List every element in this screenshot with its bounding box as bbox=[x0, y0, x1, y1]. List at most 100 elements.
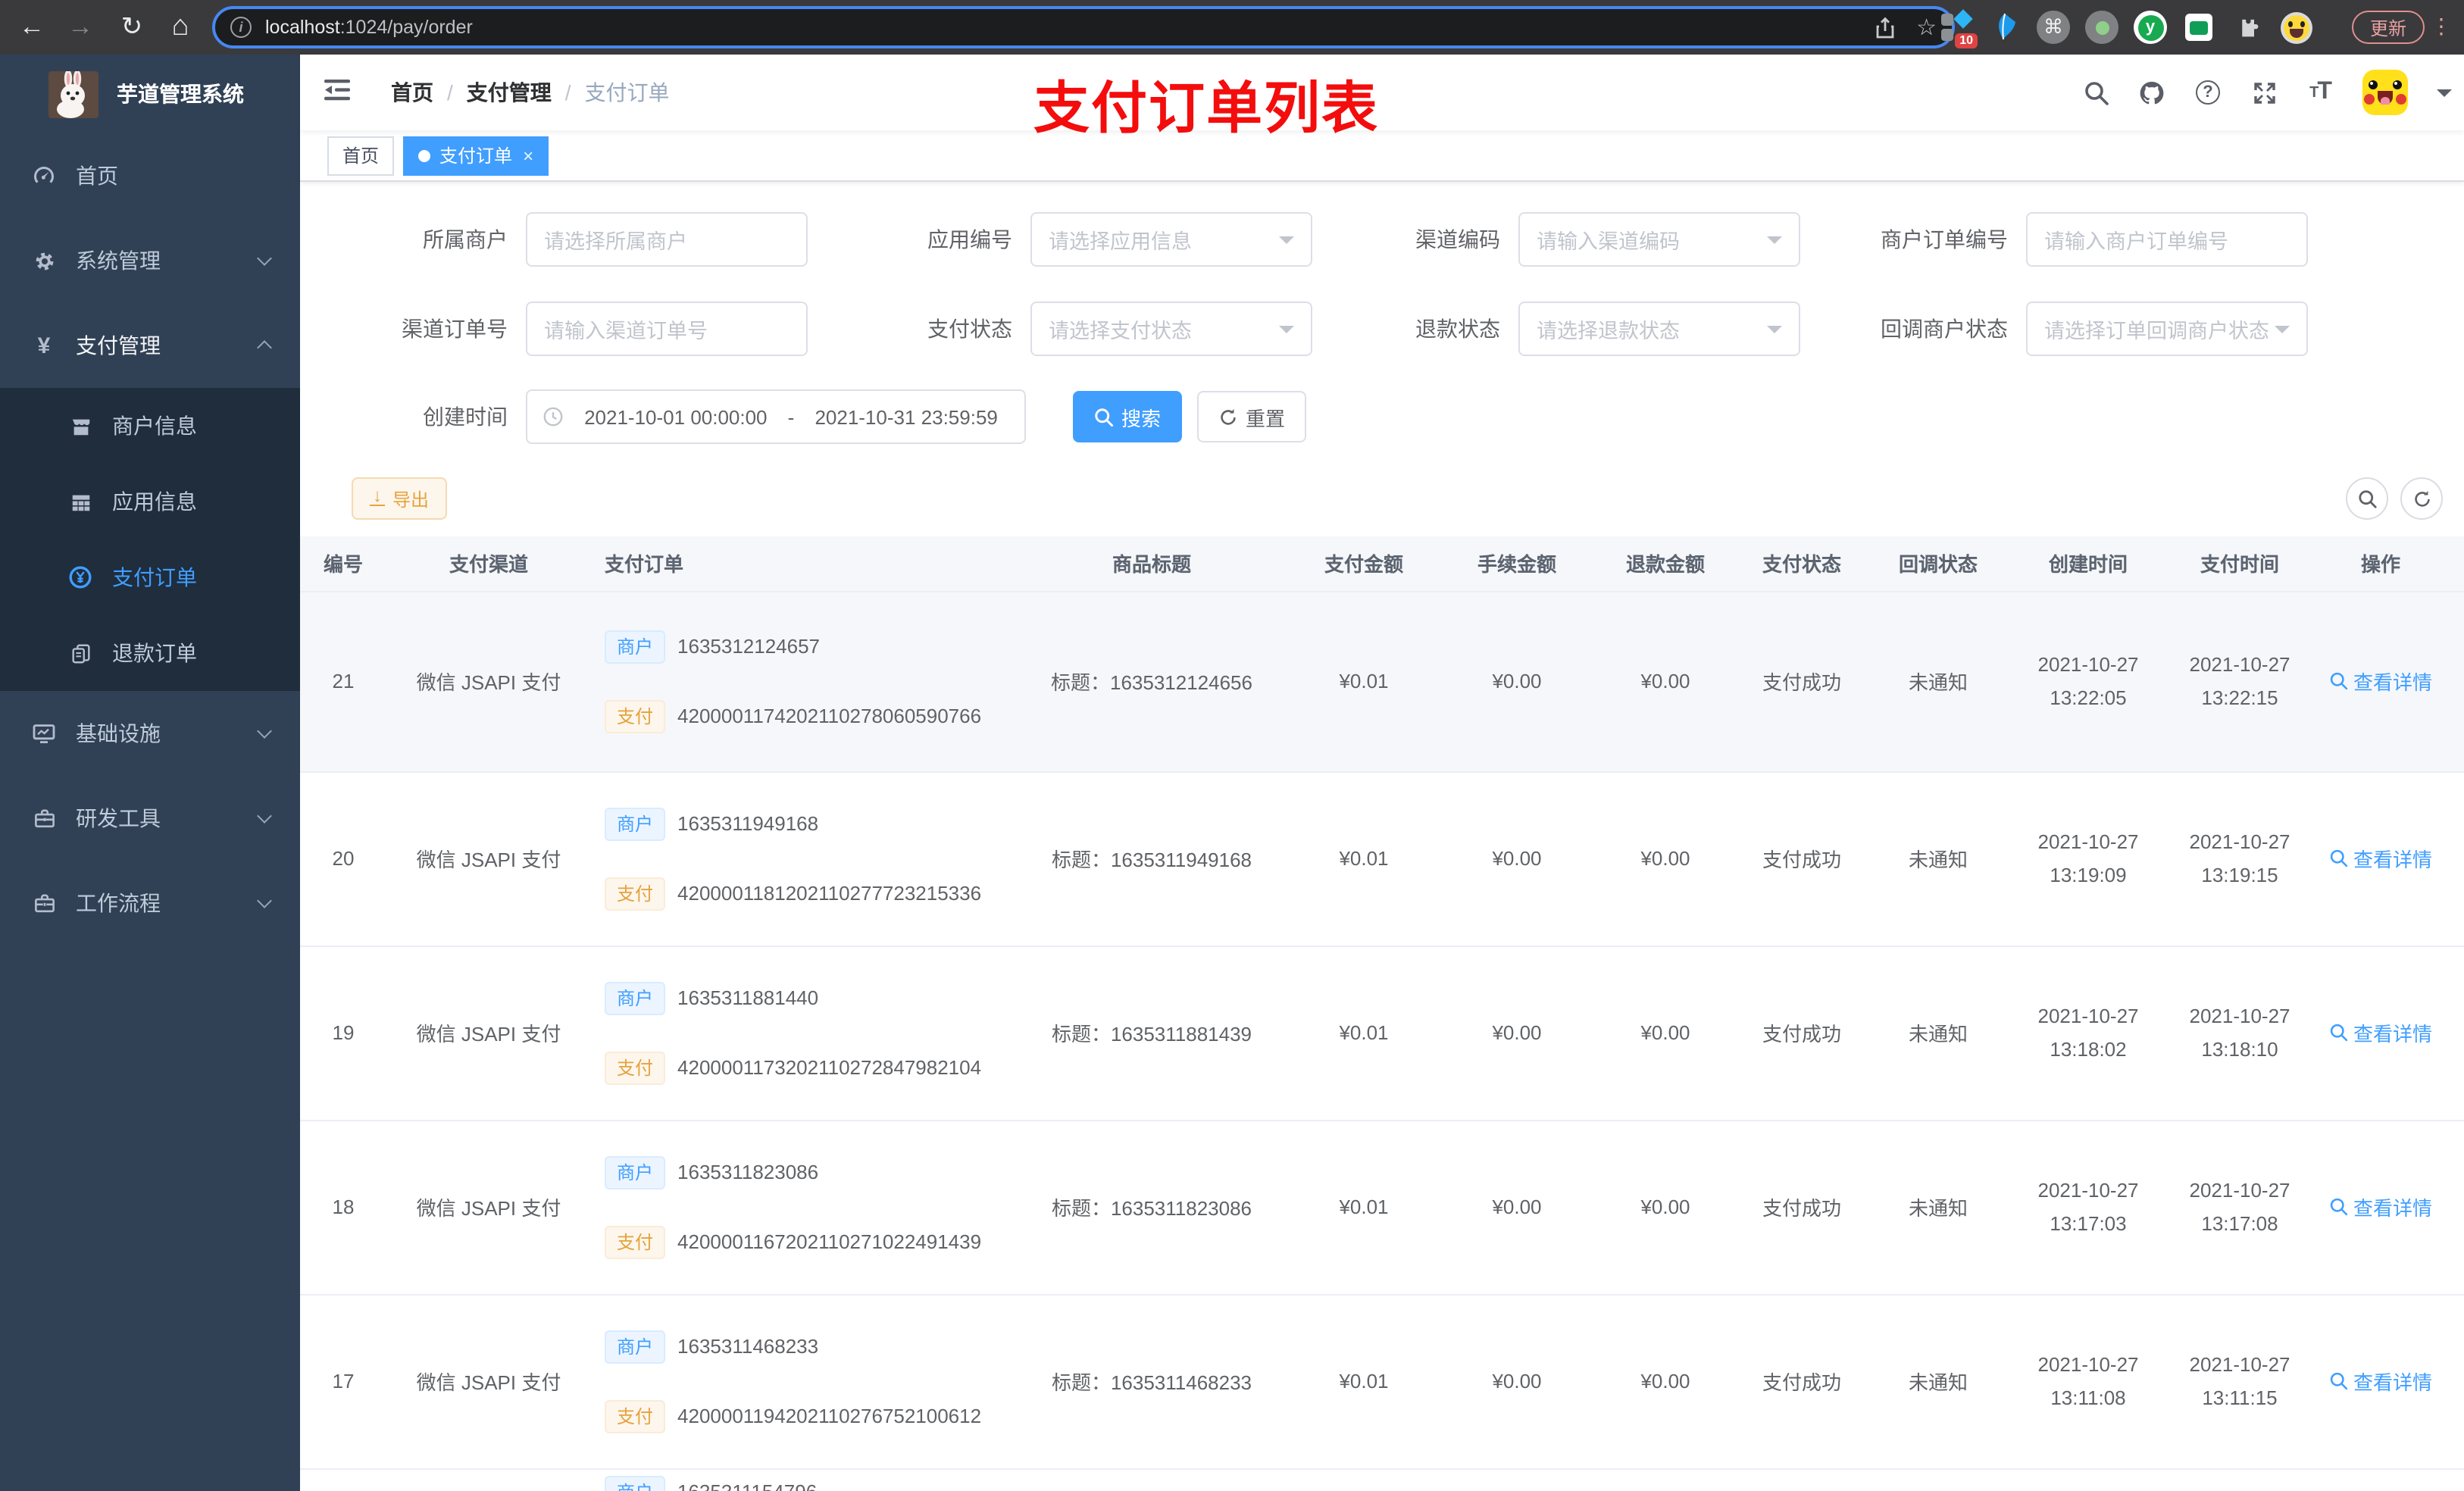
sidebar: 芋道管理系统 首页 系统管理 ¥ 支付管理 商户信息 应用信息 支付订单 退款订单 基础设施 研发… bbox=[0, 55, 300, 1491]
cell-created: 2021-10-27 13:17:03 bbox=[1994, 1120, 2182, 1295]
extension-chat-icon[interactable] bbox=[2182, 11, 2215, 44]
merchant-tag: 商户 bbox=[605, 981, 666, 1014]
chevron-down-icon bbox=[257, 724, 272, 739]
extension-recorder-icon[interactable] bbox=[2085, 11, 2118, 44]
extensions-puzzle-icon[interactable] bbox=[2231, 11, 2264, 44]
browser-back-icon[interactable]: ← bbox=[12, 0, 52, 55]
sidebar-item-5[interactable]: 支付订单 bbox=[0, 539, 300, 615]
sidebar-item-6[interactable]: 退款订单 bbox=[0, 615, 300, 691]
cell-paid: 2021-10-27 13:22:15 bbox=[2182, 591, 2297, 772]
cell-refund: ¥0.00 bbox=[1609, 1294, 1721, 1469]
date-range-input[interactable]: 2021-10-01 00:00:00 - 2021-10-31 23:59:5… bbox=[526, 389, 1026, 444]
cell-id: 18 bbox=[300, 1120, 386, 1295]
extension-y-icon[interactable]: y bbox=[2134, 11, 2167, 44]
table-row: 21 微信 JSAPI 支付 商户 1635312124657 支付 4200001174… bbox=[300, 591, 2464, 772]
yen-circle-icon bbox=[68, 565, 92, 589]
tab-home[interactable]: 首页 bbox=[327, 136, 395, 175]
sidebar-item-1[interactable]: 系统管理 bbox=[0, 218, 300, 303]
bookmark-star-icon[interactable]: ☆ bbox=[1916, 14, 1937, 41]
chevron-down-icon bbox=[257, 251, 272, 266]
url-path: :1024/pay/order bbox=[339, 17, 473, 38]
cell-notify-status: 未通知 bbox=[1882, 771, 1994, 946]
page-content: 所属商户 请选择所属商户 应用编号 请选择应用信息 渠道编码 请输入渠道编码 商户订单编号请… bbox=[300, 182, 2464, 1491]
view-detail-link[interactable]: 查看详情 bbox=[2329, 667, 2432, 695]
browser-menu-icon[interactable]: ⋮ bbox=[2431, 14, 2452, 39]
update-button[interactable]: 更新 bbox=[2351, 11, 2425, 44]
site-info-icon[interactable]: i bbox=[230, 17, 252, 38]
pay-tag: 支付 bbox=[605, 877, 666, 910]
header-search-icon[interactable] bbox=[2082, 79, 2109, 106]
address-bar[interactable]: i localhost:1024/pay/order ☆ bbox=[212, 6, 1955, 48]
view-detail-link[interactable]: 查看详情 bbox=[2329, 1018, 2432, 1047]
cell-title: 标题：1635311468233 bbox=[1000, 1294, 1303, 1469]
extension-spinnaker-icon[interactable] bbox=[1988, 11, 2022, 44]
filter-input-0[interactable]: 请选择所属商户 bbox=[526, 212, 808, 267]
github-icon[interactable] bbox=[2138, 79, 2165, 106]
sidebar-item-0[interactable]: 首页 bbox=[0, 133, 300, 218]
filter-select-1[interactable]: 请选择应用信息 bbox=[1030, 212, 1312, 267]
sidebar-toggle-icon[interactable] bbox=[323, 77, 352, 103]
refresh-table-button[interactable] bbox=[2400, 477, 2443, 520]
view-detail-link[interactable]: 查看详情 bbox=[2329, 1192, 2432, 1221]
magnifier-icon bbox=[2330, 1198, 2348, 1216]
dashboard-icon bbox=[32, 164, 56, 188]
sidebar-item-3[interactable]: 商户信息 bbox=[0, 388, 300, 464]
filter-select-5[interactable]: 请选择支付状态 bbox=[1030, 302, 1312, 356]
cell-notify-status: 未通知 bbox=[1882, 591, 1994, 772]
reset-button[interactable]: 重置 bbox=[1197, 391, 1307, 442]
help-icon[interactable]: ? bbox=[2194, 79, 2222, 106]
browser-home-icon[interactable]: ⌂ bbox=[161, 0, 200, 55]
table-row-partial: 商户1635311154796 bbox=[300, 1468, 2464, 1491]
table-row: 19 微信 JSAPI 支付 商户 1635311881440 支付 4200001173… bbox=[300, 946, 2464, 1121]
filter-select-7[interactable]: 请选择订单回调商户状态 bbox=[2026, 302, 2308, 356]
cell-amount: ¥0.01 bbox=[1303, 1120, 1424, 1295]
toolbox-icon bbox=[32, 806, 56, 830]
breadcrumb-pay-mgmt[interactable]: 支付管理 bbox=[467, 77, 552, 108]
sidebar-item-2[interactable]: ¥ 支付管理 bbox=[0, 303, 300, 388]
cell-fee: ¥0.00 bbox=[1424, 771, 1609, 946]
avatar-caret-icon[interactable] bbox=[2437, 89, 2452, 104]
filter-select-6[interactable]: 请选择退款状态 bbox=[1518, 302, 1800, 356]
export-button[interactable]: ↓ 导出 bbox=[352, 477, 448, 520]
gear-icon bbox=[32, 248, 56, 273]
column-header: 支付时间 bbox=[2182, 536, 2297, 592]
filter-input-4[interactable]: 请输入渠道订单号 bbox=[526, 302, 808, 356]
cell-refund: ¥0.00 bbox=[1609, 591, 1721, 772]
cell-channel: 微信 JSAPI 支付 bbox=[386, 946, 591, 1121]
user-avatar[interactable] bbox=[2362, 70, 2408, 115]
column-header: 操作 bbox=[2297, 536, 2464, 592]
app-logo[interactable]: 芋道管理系统 bbox=[0, 55, 300, 133]
cell-paid: 2021-10-27 13:19:15 bbox=[2182, 771, 2297, 946]
extension-command-icon[interactable]: ⌘ bbox=[2037, 11, 2070, 44]
extension-devtools-icon[interactable]: 10 bbox=[1940, 9, 1978, 48]
filter-select-2[interactable]: 请输入渠道编码 bbox=[1518, 212, 1800, 267]
view-detail-link[interactable]: 查看详情 bbox=[2329, 844, 2432, 873]
browser-reload-icon[interactable]: ↻ bbox=[112, 0, 152, 55]
breadcrumb-home[interactable]: 首页 bbox=[391, 77, 433, 108]
filter-label: 支付状态 bbox=[927, 317, 1012, 341]
view-detail-link[interactable]: 查看详情 bbox=[2329, 1367, 2432, 1396]
search-button[interactable]: 搜索 bbox=[1073, 391, 1183, 442]
filter-input-3[interactable]: 请输入商户订单编号 bbox=[2026, 212, 2308, 267]
toggle-search-button[interactable] bbox=[2346, 477, 2388, 520]
cell-fee: ¥0.00 bbox=[1424, 946, 1609, 1121]
workflow-icon bbox=[32, 891, 56, 915]
filter-label: 商户订单编号 bbox=[1881, 227, 2008, 252]
tab-pay-order[interactable]: 支付订单 × bbox=[403, 136, 549, 175]
font-size-icon[interactable]: TT bbox=[2306, 79, 2334, 106]
browser-profile-avatar[interactable] bbox=[2279, 11, 2312, 44]
sidebar-item-4[interactable]: 应用信息 bbox=[0, 464, 300, 539]
sidebar-item-8[interactable]: 研发工具 bbox=[0, 776, 300, 861]
sidebar-item-7[interactable]: 基础设施 bbox=[0, 691, 300, 776]
active-dot-icon bbox=[418, 149, 431, 161]
sidebar-item-9[interactable]: 工作流程 bbox=[0, 861, 300, 946]
logo-rabbit-image bbox=[48, 70, 98, 117]
placeholder: 请选择应用信息 bbox=[1049, 230, 1192, 253]
column-header: 支付金额 bbox=[1303, 536, 1424, 592]
fullscreen-icon[interactable] bbox=[2250, 79, 2278, 106]
close-tab-icon[interactable]: × bbox=[523, 145, 533, 166]
share-icon[interactable] bbox=[1874, 16, 1895, 39]
browser-forward-icon[interactable]: → bbox=[61, 0, 100, 55]
main-area: 首页 / 支付管理 / 支付订单 ? T T 支付订单列表 首页 支付订单 × … bbox=[300, 55, 2464, 1491]
chevron-down-icon bbox=[257, 893, 272, 908]
